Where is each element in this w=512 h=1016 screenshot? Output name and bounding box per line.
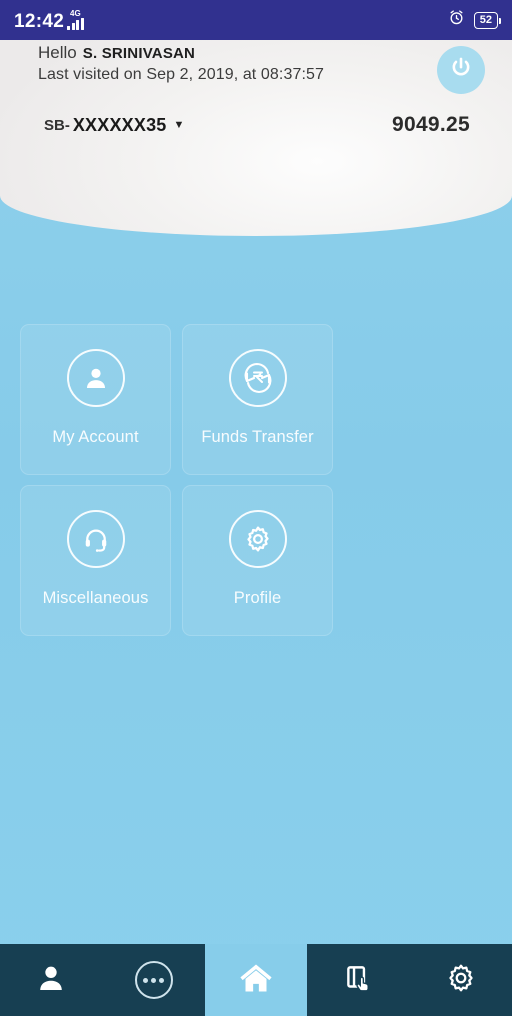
status-bar: 12:42 4G 52 [0,0,512,40]
bottom-navigation-bar [0,944,512,1016]
account-selector-row: SB- XXXXXX35 ▼ 9049.25 [44,113,470,137]
nav-item-more[interactable] [102,944,204,1016]
battery-level-label: 52 [479,14,492,26]
tile-my-account[interactable]: My Account [20,324,171,475]
menu-tile-grid: My Account Funds Transfer Miscellaneous … [20,324,494,636]
tile-funds-transfer[interactable]: Funds Transfer [182,324,333,475]
tile-label: Miscellaneous [42,589,149,607]
logout-power-button[interactable] [437,46,485,94]
header-panel: Hello S. SRINIVASAN Last visited on Sep … [0,40,512,236]
tile-profile[interactable]: Profile [182,485,333,636]
status-bar-right: 52 [448,9,502,31]
chevron-down-icon[interactable]: ▼ [174,119,185,131]
tile-label: Profile [233,589,282,607]
tile-label: Funds Transfer [201,428,314,446]
rupee-transfer-icon [228,349,287,407]
status-time: 12:42 [14,10,65,32]
signal-bars-icon [67,17,84,30]
account-balance: 9049.25 [391,113,470,136]
greeting-text: Hello [38,43,77,62]
person-icon [66,349,125,407]
home-icon [238,960,274,1001]
nav-item-person[interactable] [0,944,102,1016]
nav-item-settings[interactable] [410,944,512,1016]
greeting-line: Hello S. SRINIVASAN [38,43,324,63]
headset-icon [66,510,125,568]
account-type-label: SB- [44,116,70,134]
tile-label: My Account [52,428,139,446]
user-name: S. SRINIVASAN [82,45,196,62]
nav-item-home[interactable] [204,944,308,1016]
nav-item-card[interactable] [307,944,409,1016]
more-dots-icon [134,961,173,999]
greeting-block: Hello S. SRINIVASAN Last visited on Sep … [38,43,324,84]
alarm-clock-icon [448,9,465,31]
tile-miscellaneous[interactable]: Miscellaneous [20,485,171,636]
last-visited-text: Last visited on Sep 2, 2019, at 08:37:57 [38,66,324,83]
account-number: XXXXXX35 [72,114,167,135]
network-indicator: 4G [67,8,84,31]
gear-icon [228,510,287,568]
person-icon [34,961,68,1000]
status-bar-left: 12:42 4G [14,8,84,32]
power-icon [448,55,474,86]
battery-icon: 52 [473,11,502,29]
app-root: 12:42 4G 52 Hello S. SRINIVASAN Last vis… [0,0,512,1016]
network-type-label: 4G [70,8,81,18]
gear-icon [445,962,477,999]
card-tap-icon [341,961,375,1000]
